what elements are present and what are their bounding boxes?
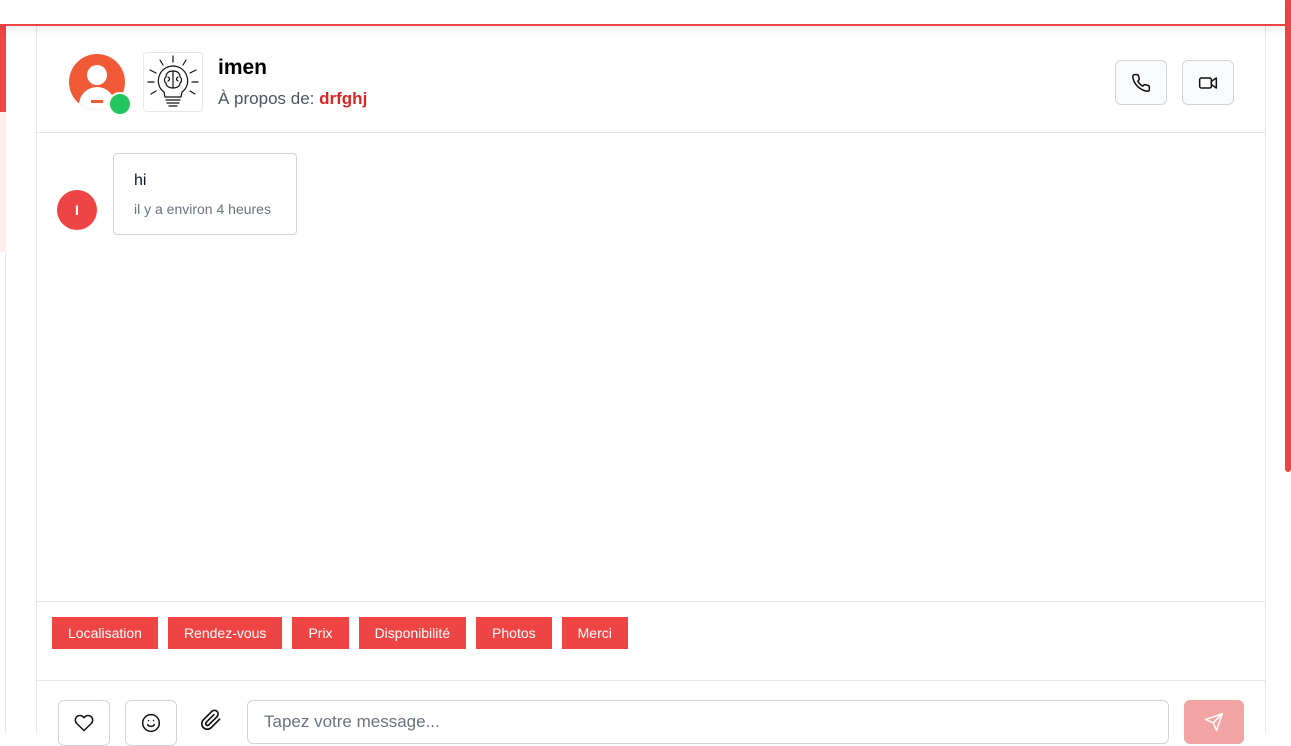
about-prefix: À propos de: — [218, 89, 315, 108]
quick-reply-rendez-vous[interactable]: Rendez-vous — [167, 617, 283, 649]
listing-link[interactable]: drfghj — [319, 89, 367, 108]
lightbulb-brain-icon[interactable] — [143, 52, 203, 112]
message-bubble: hi il y a environ 4 heures — [113, 153, 297, 235]
left-divider — [5, 252, 6, 733]
message-list: I hi il y a environ 4 heures — [37, 133, 1265, 601]
message-avatar: I — [57, 190, 97, 230]
quick-reply-localisation[interactable]: Localisation — [52, 617, 158, 649]
online-status-dot — [108, 92, 132, 116]
quick-reply-merci[interactable]: Merci — [561, 617, 628, 649]
left-sidebar-edge — [0, 24, 6, 112]
emoji-button[interactable] — [125, 700, 177, 746]
message-composer — [37, 680, 1265, 746]
smiley-icon — [141, 713, 161, 733]
send-button[interactable] — [1184, 700, 1244, 744]
about-listing: À propos de: drfghj — [218, 89, 367, 109]
contact-name: imen — [218, 56, 268, 79]
top-navigation-bar — [0, 0, 1285, 26]
video-camera-icon — [1198, 76, 1218, 89]
call-button[interactable] — [1115, 60, 1167, 105]
message-text: hi — [134, 172, 147, 189]
chat-header: imen À propos de: drfghj — [37, 24, 1265, 133]
page-scrollbar-thumb[interactable] — [1285, 0, 1291, 472]
paperclip-icon[interactable] — [200, 708, 222, 732]
quick-reply-prix[interactable]: Prix — [292, 617, 349, 649]
phone-icon — [1132, 73, 1151, 92]
left-sidebar-edge-fade — [0, 112, 6, 252]
heart-icon — [74, 714, 94, 732]
quick-reply-disponibilite[interactable]: Disponibilité — [358, 617, 467, 649]
quick-replies-bar: Localisation Rendez-vous Prix Disponibil… — [37, 601, 1265, 681]
chat-panel: imen À propos de: drfghj I hi il y a env… — [36, 24, 1266, 746]
message-input[interactable] — [247, 700, 1169, 744]
send-icon — [1204, 712, 1224, 732]
video-call-button[interactable] — [1182, 60, 1234, 105]
quick-reply-photos[interactable]: Photos — [476, 617, 552, 649]
like-button[interactable] — [58, 700, 110, 746]
quick-replies-list: Localisation Rendez-vous Prix Disponibil… — [52, 617, 628, 649]
message-timestamp: il y a environ 4 heures — [134, 201, 271, 217]
